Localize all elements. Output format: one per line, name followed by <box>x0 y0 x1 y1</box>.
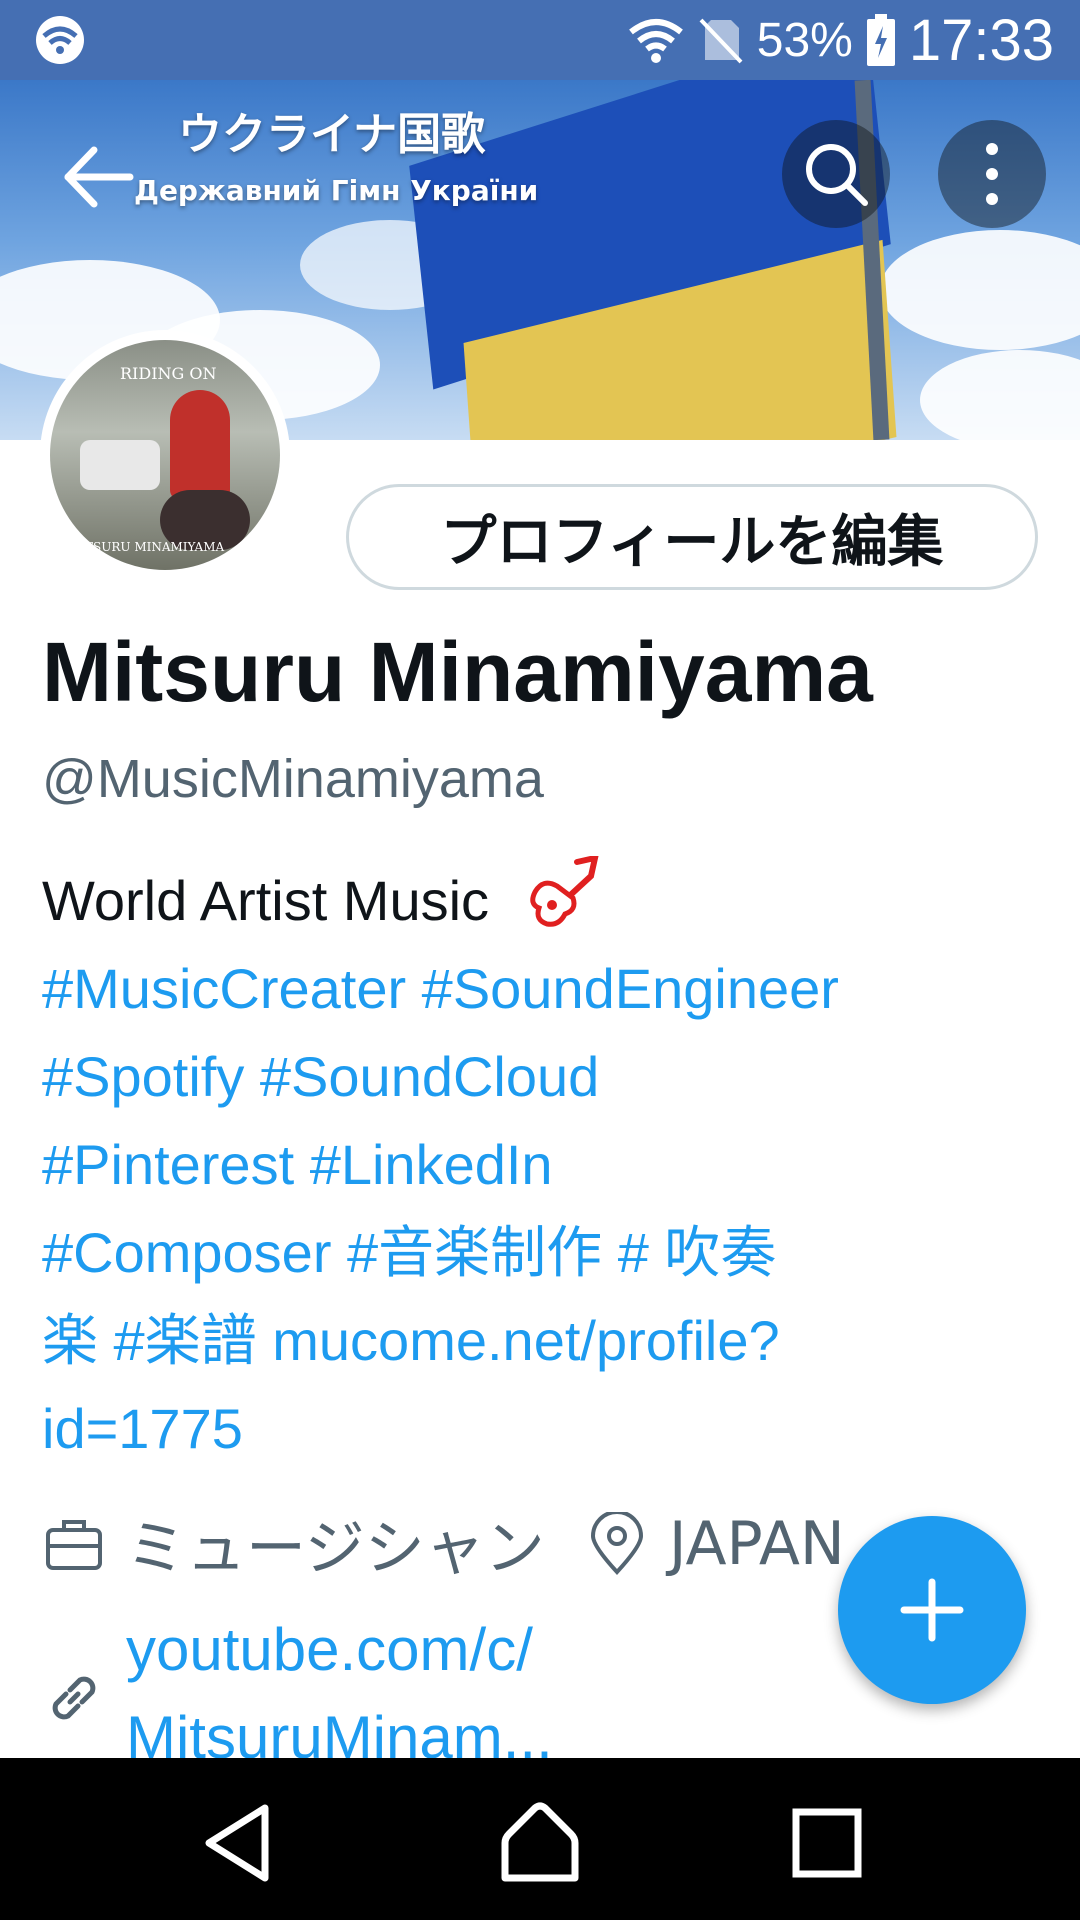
search-button[interactable] <box>782 120 890 228</box>
avatar-car-shape <box>80 440 160 490</box>
system-navigation-bar <box>0 1758 1080 1920</box>
profile-bio: World Artist Music #MusicCreater #SoundE… <box>42 856 1042 1473</box>
profile-location: JAPAN <box>668 1508 845 1579</box>
bio-link[interactable]: id=1775 <box>42 1385 1042 1473</box>
status-icons: 53% 17:33 <box>627 0 1054 80</box>
nav-home-icon[interactable] <box>495 1798 585 1888</box>
banner-subtitle: Державний Гімн України <box>134 174 539 207</box>
more-options-button[interactable] <box>938 120 1046 228</box>
wifi-hotspot-icon <box>36 16 84 64</box>
nav-recents-icon[interactable] <box>782 1798 872 1888</box>
website-link[interactable]: youtube.com/c/ MitsuruMinam... <box>126 1606 553 1782</box>
more-vertical-icon <box>986 143 998 205</box>
profile-job: ミュージシャン <box>126 1514 545 1584</box>
back-arrow-icon[interactable] <box>62 140 136 214</box>
website-link-line: youtube.com/c/ <box>126 1616 533 1683</box>
battery-charging-icon <box>866 14 895 66</box>
bio-hashtags[interactable]: #Composer #音楽制作 # 吹奏 <box>42 1209 1042 1297</box>
guitar-emoji-icon <box>530 856 599 927</box>
avatar-person-shape <box>170 390 230 500</box>
bio-text: World Artist Music <box>42 869 490 932</box>
bio-hashtags[interactable]: #Spotify #SoundCloud <box>42 1033 1042 1121</box>
cloud-shape <box>920 350 1080 440</box>
display-name: Mitsuru Minamiyama <box>42 625 873 719</box>
cloud-shape <box>880 230 1080 350</box>
briefcase-icon <box>46 1519 102 1570</box>
plus-icon <box>900 1578 964 1642</box>
avatar-caption-top: RIDING ON <box>120 364 217 383</box>
banner-title: ウクライナ国歌 <box>178 109 486 160</box>
link-icon <box>52 1676 96 1720</box>
no-sim-icon <box>699 18 743 64</box>
wifi-icon <box>628 19 683 63</box>
bio-hashtags[interactable]: 楽 #楽譜 mucome.net/profile? <box>42 1297 1042 1385</box>
nav-back-icon[interactable] <box>195 1798 285 1888</box>
bio-hashtags[interactable]: #Pinterest #LinkedIn <box>42 1121 1042 1209</box>
battery-percent: 53% <box>756 13 853 67</box>
search-icon <box>806 144 868 206</box>
user-handle: @MusicMinamiyama <box>42 749 544 809</box>
profile-meta: ミュージシャン JAPAN <box>42 1500 845 1587</box>
location-pin-icon <box>590 1511 643 1575</box>
avatar-image: RIDING ON MITSURU MINAMIYAMA <box>50 340 280 570</box>
avatar-caption-bottom: MITSURU MINAMIYAMA <box>68 540 225 554</box>
bio-line: World Artist Music <box>42 856 1042 945</box>
status-bar: 53% 17:33 <box>0 0 1080 80</box>
clock: 17:33 <box>908 7 1054 73</box>
bio-hashtags[interactable]: #MusicCreater #SoundEngineer <box>42 945 1042 1033</box>
edit-profile-button[interactable]: プロフィールを編集 <box>346 484 1038 590</box>
avatar[interactable]: RIDING ON MITSURU MINAMIYAMA <box>40 330 290 580</box>
compose-tweet-button[interactable] <box>838 1516 1026 1704</box>
